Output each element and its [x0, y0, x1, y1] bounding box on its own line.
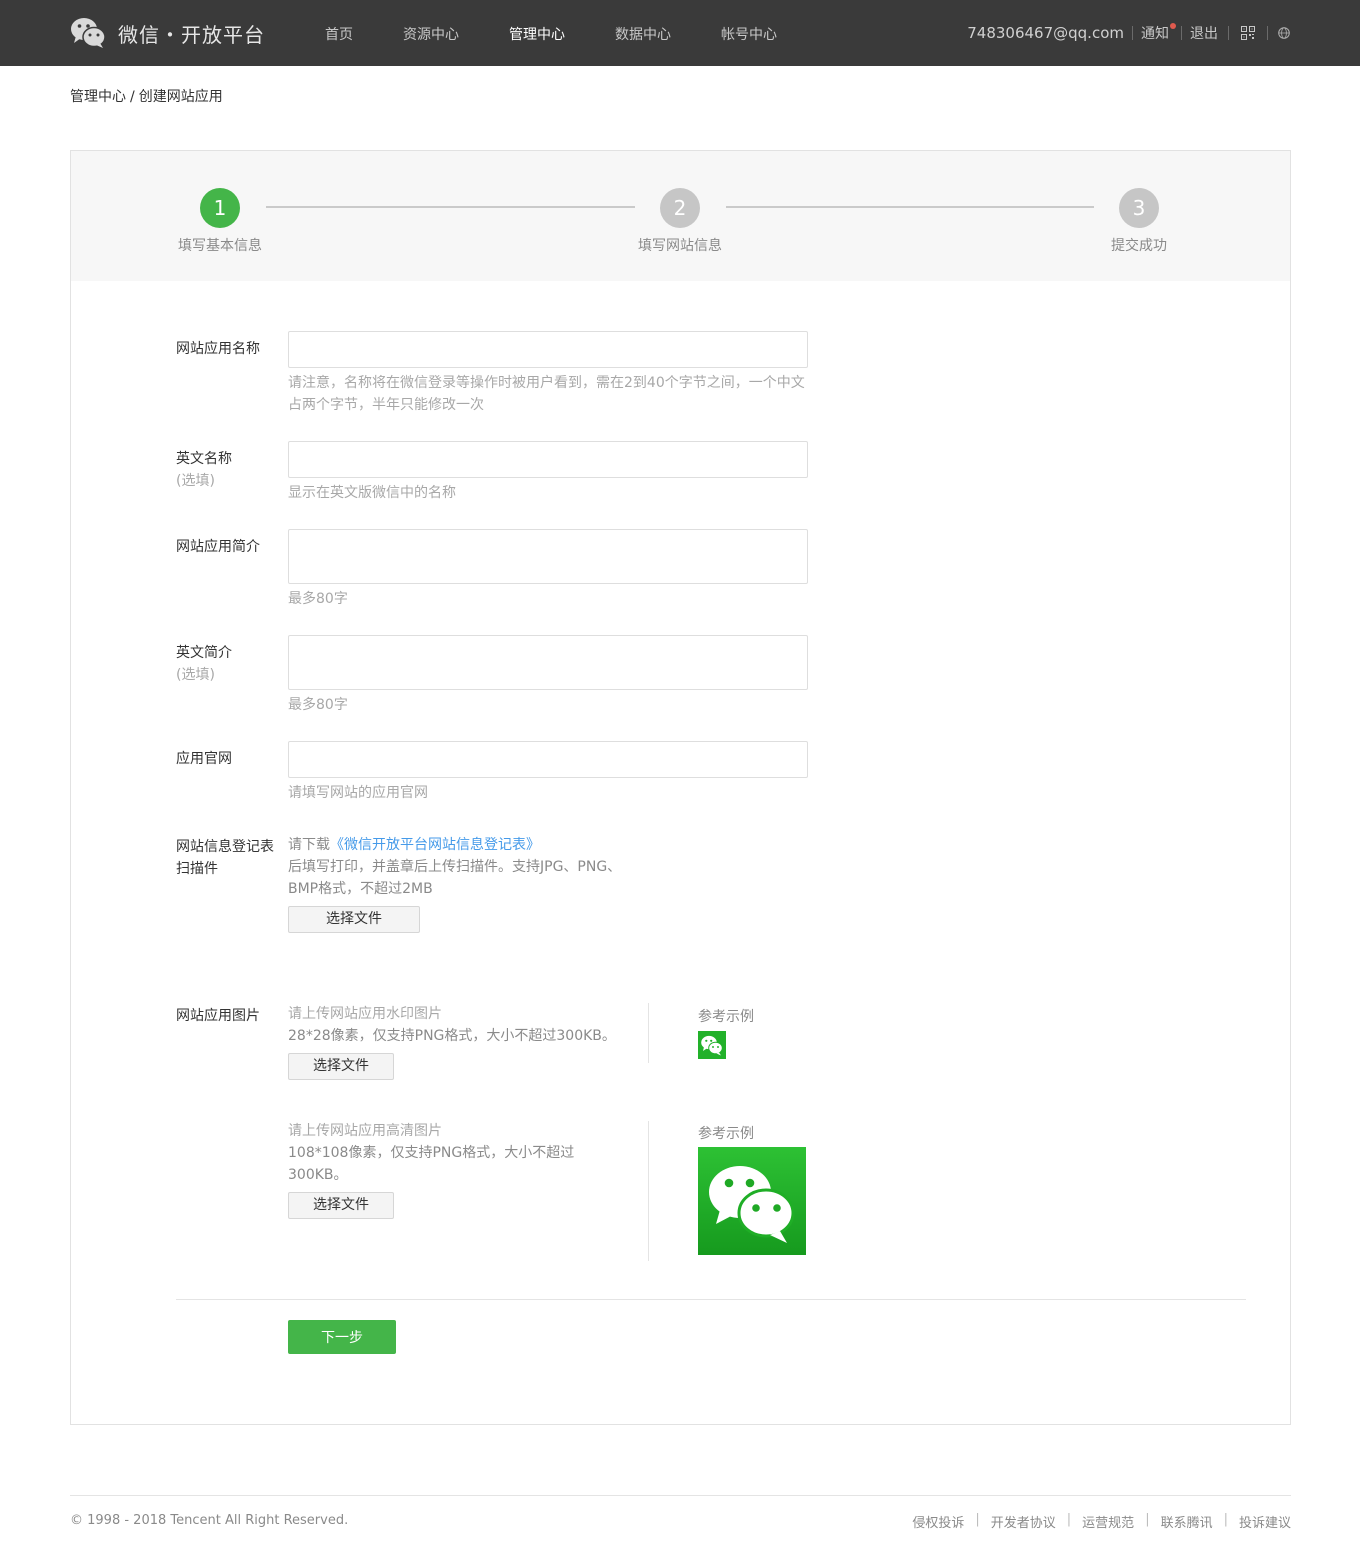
intro-label: 网站应用简介: [176, 539, 260, 555]
website-tip: 请填写网站的应用官网: [288, 785, 428, 801]
en-intro-label: 英文简介 (选填): [176, 642, 232, 686]
website-label: 应用官网: [176, 751, 232, 767]
footer-link-operation-rules[interactable]: 运营规范: [1082, 1512, 1134, 1531]
en-intro-optional: (选填): [176, 667, 215, 683]
en-name-optional: (选填): [176, 473, 215, 489]
main-nav: 首页 资源中心 管理中心 数据中心 帐号中心: [300, 0, 802, 66]
large-image-desc: 108*108像素，仅支持PNG格式，大小不超过300KB。: [288, 1145, 575, 1183]
step-connector: [266, 206, 635, 208]
logo-text: 微信・开放平台: [118, 22, 265, 47]
notice-link[interactable]: 通知: [1141, 23, 1176, 43]
scan-label-line2: 扫描件: [176, 861, 218, 877]
images-label: 网站应用图片: [176, 1008, 260, 1024]
footer-separator: |: [975, 1512, 980, 1527]
app-name-tip: 请注意，名称将在微信登录等操作时被用户看到，需在2到40个字节之间，一个中文占两…: [288, 375, 805, 413]
website-input[interactable]: [288, 741, 808, 778]
divider: [1228, 26, 1229, 40]
nav-resources[interactable]: 资源中心: [378, 0, 484, 66]
small-image-title: 请上传网站应用水印图片: [288, 1006, 442, 1022]
footer-link-infringement[interactable]: 侵权投诉: [912, 1512, 964, 1531]
globe-icon[interactable]: [1278, 27, 1290, 39]
wechat-sample-large-icon: [698, 1147, 806, 1255]
large-image-choose-file-button[interactable]: 选择文件: [288, 1192, 394, 1219]
footer-divider: [70, 1495, 1291, 1496]
en-name-input[interactable]: [288, 441, 808, 478]
top-navbar: 微信・开放平台 首页 资源中心 管理中心 数据中心 帐号中心 748306467…: [0, 0, 1360, 66]
footer-link-contact[interactable]: 联系腾讯: [1161, 1512, 1213, 1531]
footer-separator: |: [1223, 1512, 1228, 1527]
step-1-circle: 1: [200, 188, 240, 228]
column-divider: [648, 1121, 649, 1261]
column-divider: [648, 1003, 649, 1063]
small-image-desc: 28*28像素，仅支持PNG格式，大小不超过300KB。: [288, 1028, 616, 1044]
user-bar: 748306467@qq.com 通知 退出: [967, 0, 1290, 66]
qrcode-icon[interactable]: [1241, 26, 1255, 40]
small-image-choose-file-button[interactable]: 选择文件: [288, 1053, 394, 1080]
step-connector: [726, 206, 1094, 208]
footer-links: 侵权投诉 | 开发者协议 | 运营规范 | 联系腾讯 | 投诉建议: [912, 1512, 1291, 1531]
app-name-label: 网站应用名称: [176, 341, 260, 357]
nav-management[interactable]: 管理中心: [484, 0, 590, 66]
footer-link-feedback[interactable]: 投诉建议: [1239, 1512, 1291, 1531]
scan-label: 网站信息登记表 扫描件: [176, 836, 274, 880]
divider: [1132, 26, 1133, 40]
scan-tip: 请下载《微信开放平台网站信息登记表》后填写打印，并盖章后上传扫描件。支持JPG、…: [288, 834, 633, 900]
notice-label: 通知: [1141, 26, 1169, 42]
step-indicator: 1 填写基本信息 2 填写网站信息 3 提交成功: [71, 151, 1290, 281]
small-ref-title: 参考示例: [698, 1009, 754, 1025]
footer-separator: |: [1066, 1512, 1072, 1527]
step-1-label: 填写基本信息: [178, 238, 262, 254]
step-2-label: 填写网站信息: [638, 238, 722, 254]
scan-tip-rest: 后填写打印，并盖章后上传扫描件。支持JPG、PNG、BMP格式，不超过2MB: [288, 859, 622, 897]
breadcrumb-current: 创建网站应用: [138, 89, 223, 105]
divider: [1267, 26, 1268, 40]
en-name-label: 英文名称 (选填): [176, 448, 232, 492]
nav-account[interactable]: 帐号中心: [696, 0, 802, 66]
app-name-input[interactable]: [288, 331, 808, 368]
create-app-card: 1 填写基本信息 2 填写网站信息 3 提交成功 网站应用名称 请注意，名称将在…: [70, 150, 1291, 1425]
breadcrumb-parent[interactable]: 管理中心: [70, 89, 126, 105]
large-image-title: 请上传网站应用高清图片: [288, 1123, 442, 1139]
form-divider: [176, 1299, 1246, 1300]
nav-home[interactable]: 首页: [300, 0, 378, 66]
wechat-sample-small-icon: [698, 1031, 726, 1059]
step-3-label: 提交成功: [1111, 238, 1167, 254]
en-intro-textarea[interactable]: [288, 635, 808, 690]
notice-dot: [1170, 23, 1176, 29]
footer-separator: |: [1145, 1512, 1150, 1527]
large-ref-title: 参考示例: [698, 1126, 754, 1142]
en-name-tip: 显示在英文版微信中的名称: [288, 485, 456, 501]
en-intro-tip: 最多80字: [288, 697, 348, 713]
step-3-circle: 3: [1119, 188, 1159, 228]
copyright: © 1998 - 2018 Tencent All Right Reserved…: [70, 1513, 349, 1528]
user-email[interactable]: 748306467@qq.com: [967, 24, 1124, 42]
logo[interactable]: 微信・开放平台: [70, 15, 265, 51]
scan-label-line1: 网站信息登记表: [176, 839, 274, 855]
small-image-info: 请上传网站应用水印图片 28*28像素，仅支持PNG格式，大小不超过300KB。: [288, 1003, 628, 1047]
en-intro-label-text: 英文简介: [176, 645, 232, 661]
scan-form-download-link[interactable]: 《微信开放平台网站信息登记表》: [330, 837, 540, 853]
step-2-circle: 2: [660, 188, 700, 228]
breadcrumb: 管理中心 / 创建网站应用: [70, 86, 223, 106]
nav-data[interactable]: 数据中心: [590, 0, 696, 66]
scan-tip-prefix: 请下载: [288, 837, 330, 853]
logout-link[interactable]: 退出: [1190, 23, 1218, 43]
divider: [1181, 26, 1182, 40]
large-image-info: 请上传网站应用高清图片 108*108像素，仅支持PNG格式，大小不超过300K…: [288, 1120, 578, 1186]
intro-tip: 最多80字: [288, 591, 348, 607]
footer-link-developer-agreement[interactable]: 开发者协议: [991, 1512, 1056, 1531]
intro-textarea[interactable]: [288, 529, 808, 584]
wechat-logo-icon: [71, 18, 106, 48]
breadcrumb-separator: /: [130, 89, 135, 105]
scan-choose-file-button[interactable]: 选择文件: [288, 906, 420, 933]
en-name-label-text: 英文名称: [176, 451, 232, 467]
next-step-button[interactable]: 下一步: [288, 1320, 396, 1354]
